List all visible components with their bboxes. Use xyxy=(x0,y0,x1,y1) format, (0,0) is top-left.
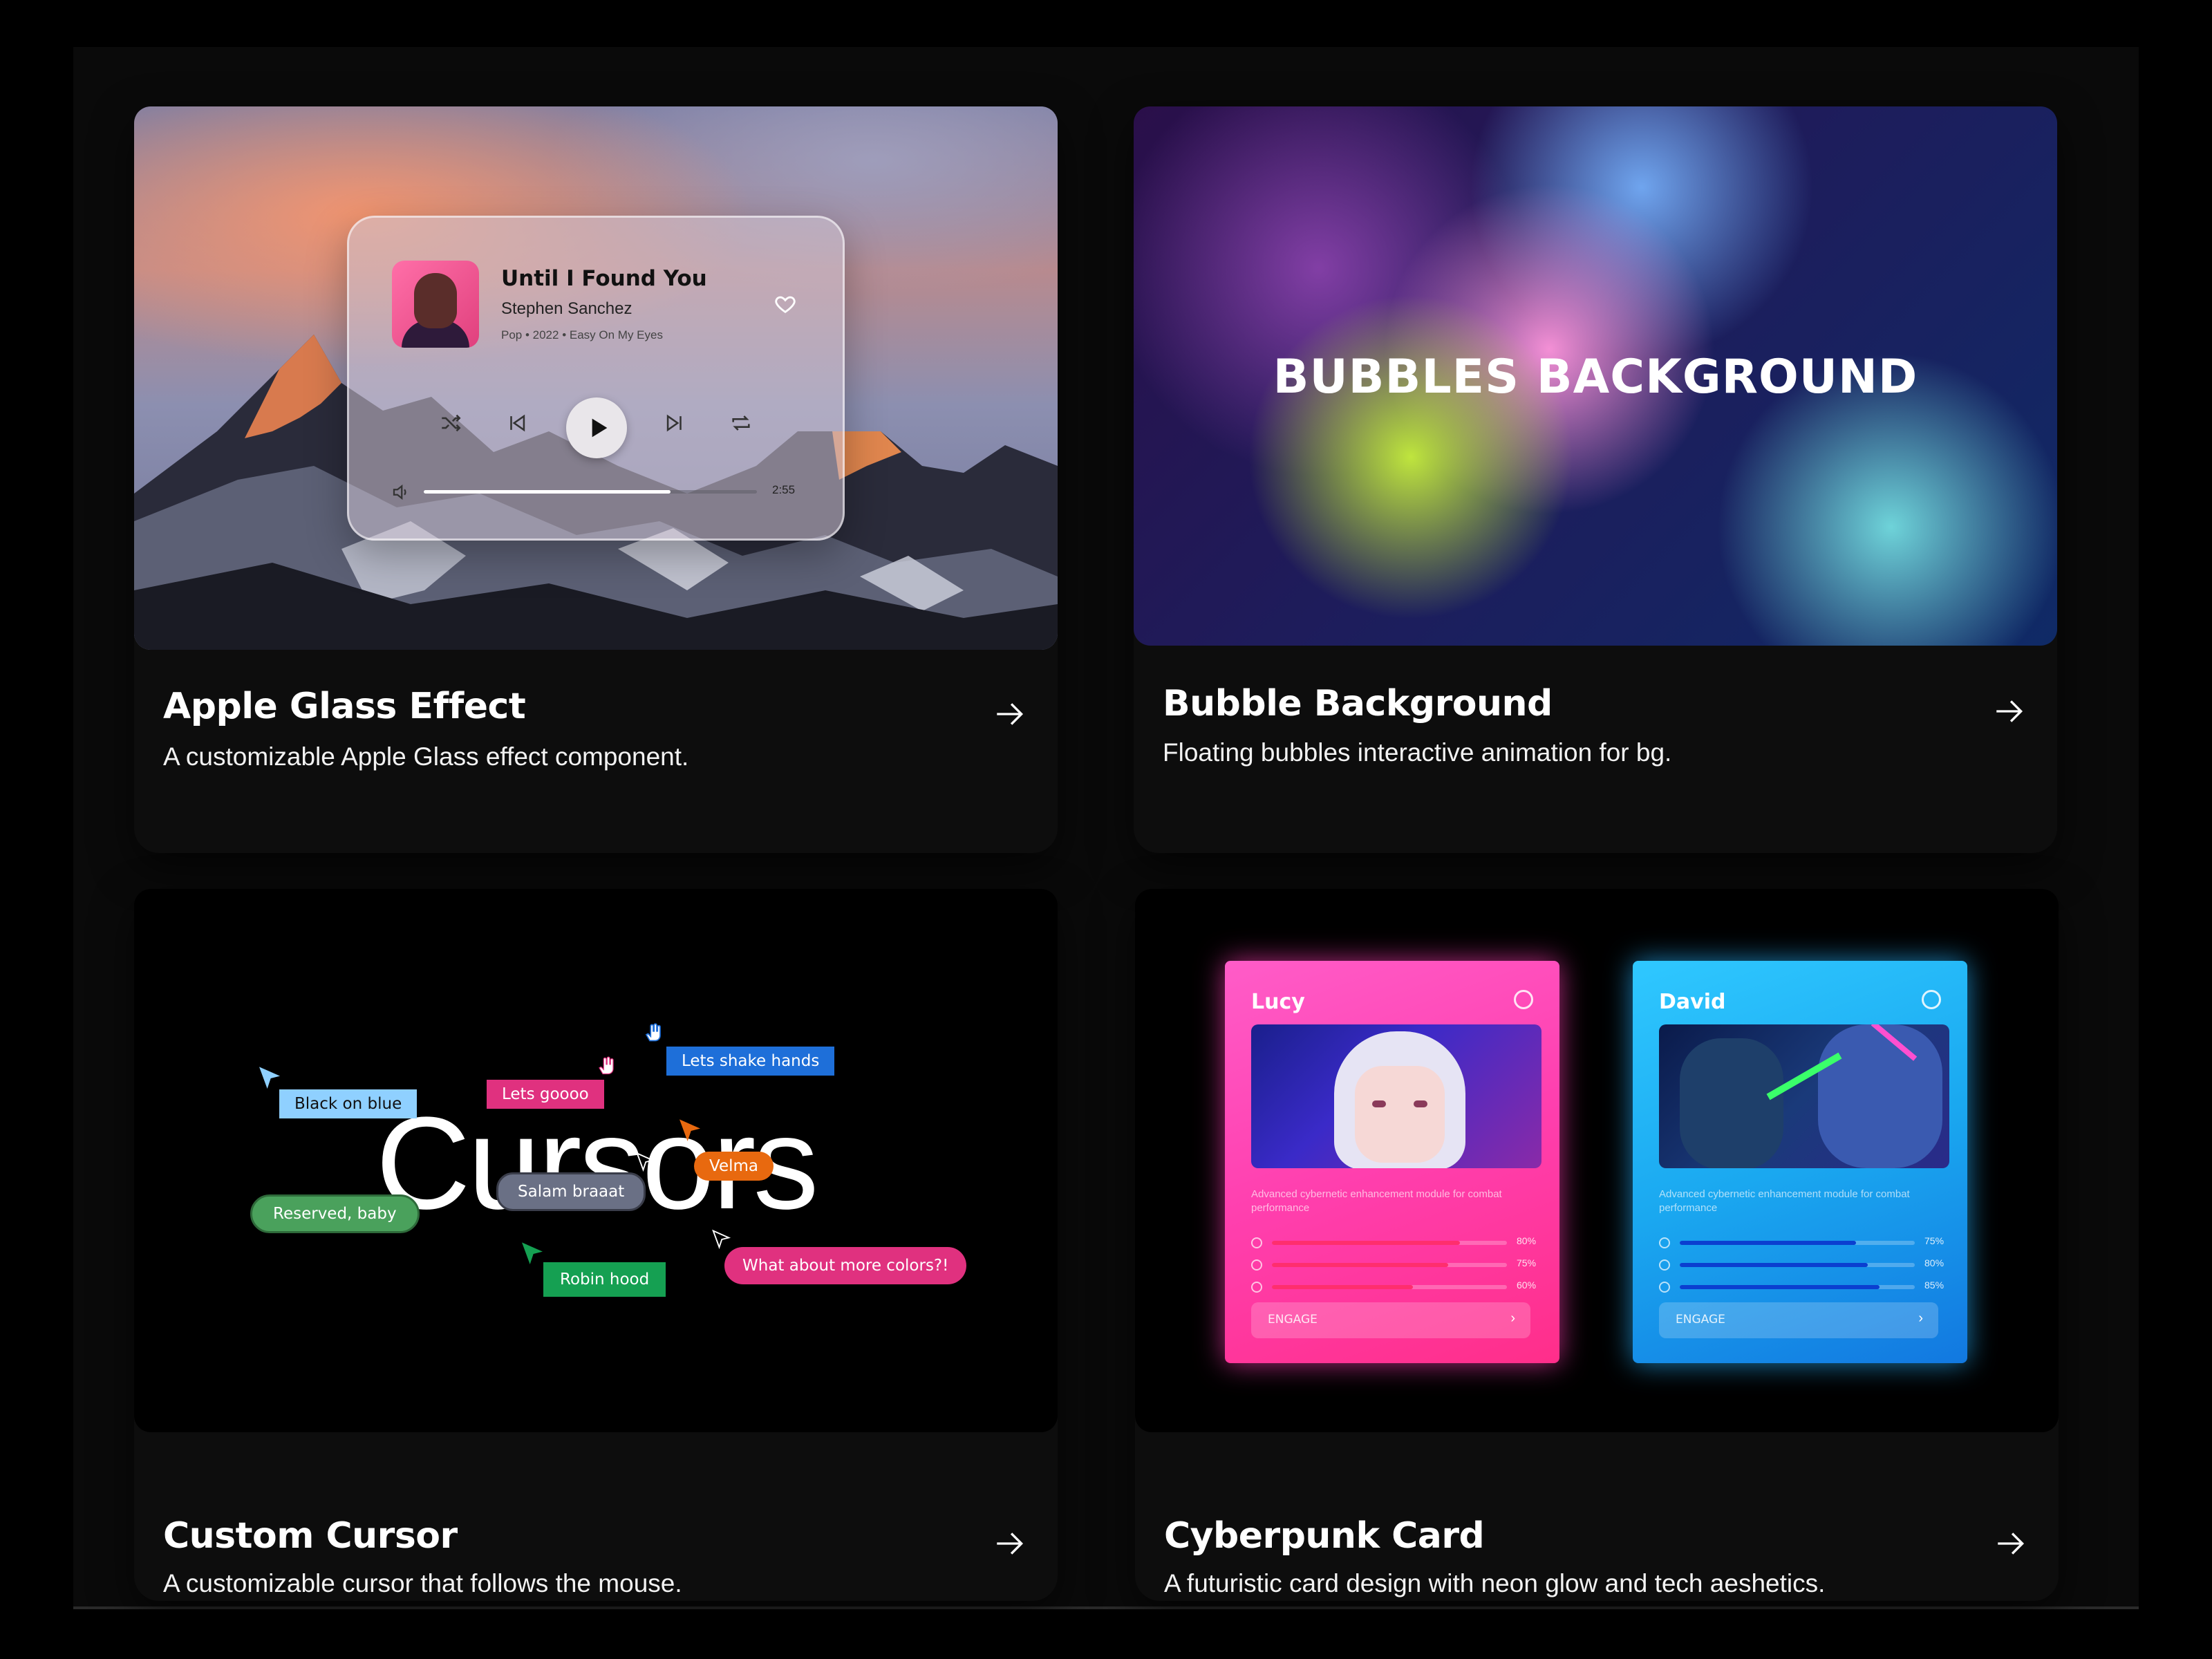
cursor-tag: Lets shake hands xyxy=(666,1047,835,1076)
previous-icon[interactable] xyxy=(505,411,529,435)
card-title: Custom Cursor xyxy=(163,1515,458,1557)
card-title: Apple Glass Effect xyxy=(163,686,526,727)
next-icon[interactable] xyxy=(663,411,686,435)
time-display: 2:55 xyxy=(772,483,796,496)
cyber-card-david[interactable]: David Advanced cybernetic enhancement mo… xyxy=(1633,961,1967,1363)
chevron-right-icon: › xyxy=(1510,1311,1515,1326)
cursor-tag: Lets goooo xyxy=(487,1080,604,1109)
stat-row: 80% xyxy=(1251,1235,1536,1248)
cursor-pointer-icon xyxy=(522,1242,543,1264)
card-description: Floating bubbles interactive animation f… xyxy=(1163,738,1672,767)
card-description: A customizable Apple Glass effect compon… xyxy=(163,742,689,771)
card-title: Cyberpunk Card xyxy=(1164,1515,1485,1557)
character-art-lucy xyxy=(1251,1024,1541,1168)
album-cover xyxy=(392,261,479,348)
cursor-tag: What about more colors?! xyxy=(724,1247,967,1284)
progress-fill xyxy=(424,490,671,494)
stat-fill xyxy=(1680,1285,1880,1289)
music-player-glass: Until I Found You Stephen Sanchez Pop • … xyxy=(347,216,845,541)
arrow-right-icon[interactable] xyxy=(993,697,1027,731)
card-custom-cursor[interactable]: Cursors Black on blue Lets goooo Lets sh… xyxy=(134,889,1058,1601)
volume-icon[interactable] xyxy=(391,482,411,503)
arrow-right-icon[interactable] xyxy=(1994,1526,2028,1561)
repeat-icon[interactable] xyxy=(729,411,753,435)
stat-row: 80% xyxy=(1659,1257,1944,1271)
stat-fill xyxy=(1272,1263,1448,1267)
play-button[interactable] xyxy=(566,397,627,458)
card-cyberpunk[interactable]: Lucy Advanced cybernetic enhancement mod… xyxy=(1135,889,2059,1601)
cursor-pointer-icon xyxy=(712,1229,731,1250)
stat-row: 60% xyxy=(1251,1280,1536,1293)
character-art-david xyxy=(1659,1024,1949,1168)
cyber-card-text: Advanced cybernetic enhancement module f… xyxy=(1251,1188,1502,1214)
apple-glass-preview: Until I Found You Stephen Sanchez Pop • … xyxy=(134,106,1058,650)
cyber-card-name: David xyxy=(1659,990,1726,1014)
song-artist: Stephen Sanchez xyxy=(501,299,632,318)
engage-button[interactable]: ENGAGE › xyxy=(1251,1302,1530,1338)
stat-row: 75% xyxy=(1251,1257,1536,1271)
component-gallery: Until I Found You Stephen Sanchez Pop • … xyxy=(73,47,2139,1609)
card-apple-glass[interactable]: Until I Found You Stephen Sanchez Pop • … xyxy=(134,106,1058,853)
bubbles-heading: BUBBLES BACKGROUND xyxy=(1273,350,1918,404)
circle-icon xyxy=(1514,990,1533,1009)
song-meta: Pop • 2022 • Easy On My Eyes xyxy=(501,328,663,341)
play-icon xyxy=(592,418,608,438)
progress-slider[interactable] xyxy=(424,490,757,494)
heart-icon[interactable] xyxy=(774,292,797,316)
cyber-card-lucy[interactable]: Lucy Advanced cybernetic enhancement mod… xyxy=(1225,961,1559,1363)
cursor-tag: Reserved, baby xyxy=(250,1194,420,1233)
shuffle-icon[interactable] xyxy=(439,411,462,435)
hand-cursor-icon xyxy=(645,1023,661,1042)
chevron-right-icon: › xyxy=(1918,1311,1923,1326)
cyber-card-name: Lucy xyxy=(1251,990,1305,1014)
cyberpunk-preview: Lucy Advanced cybernetic enhancement mod… xyxy=(1135,889,2059,1432)
cursor-pointer-icon xyxy=(636,1152,655,1172)
cursor-pointer-icon xyxy=(259,1067,280,1089)
stat-fill xyxy=(1272,1285,1413,1289)
stat-fill xyxy=(1680,1263,1868,1267)
card-bubble-background[interactable]: BUBBLES BACKGROUND Bubble Background Flo… xyxy=(1134,106,2057,853)
song-title: Until I Found You xyxy=(501,266,707,291)
cursor-tag: Black on blue xyxy=(279,1089,418,1118)
stat-fill xyxy=(1680,1241,1856,1245)
circle-icon xyxy=(1922,990,1941,1009)
bubbles-preview: BUBBLES BACKGROUND xyxy=(1134,106,2057,646)
cursor-pointer-icon xyxy=(679,1119,700,1141)
stat-row: 75% xyxy=(1659,1235,1944,1248)
cursor-tag: Velma xyxy=(694,1152,774,1181)
card-title: Bubble Background xyxy=(1163,683,1553,724)
arrow-right-icon[interactable] xyxy=(993,1526,1027,1561)
stat-fill xyxy=(1272,1241,1460,1245)
stat-row: 85% xyxy=(1659,1280,1944,1293)
cursor-tag: Salam braaat xyxy=(496,1172,646,1211)
arrow-right-icon[interactable] xyxy=(1992,694,2027,729)
hand-cursor-icon xyxy=(599,1056,614,1075)
cyber-card-text: Advanced cybernetic enhancement module f… xyxy=(1659,1188,1910,1214)
cursors-preview: Cursors Black on blue Lets goooo Lets sh… xyxy=(134,889,1058,1432)
card-description: A customizable cursor that follows the m… xyxy=(163,1569,682,1597)
card-description: A futuristic card design with neon glow … xyxy=(1164,1569,1826,1597)
cursor-tag: Robin hood xyxy=(543,1262,666,1297)
engage-button[interactable]: ENGAGE › xyxy=(1659,1302,1938,1338)
